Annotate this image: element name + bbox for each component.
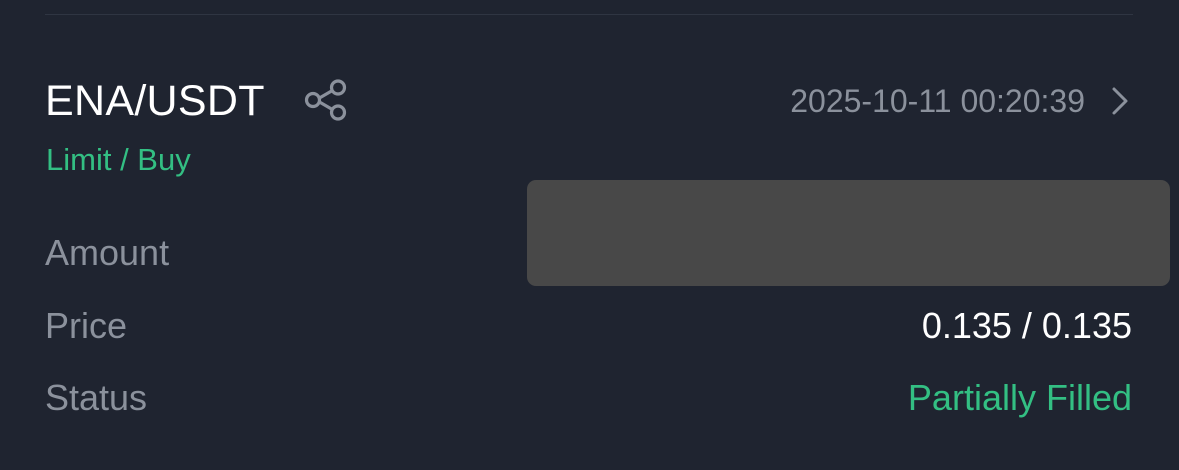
share-icon[interactable] [303, 79, 349, 121]
status-label: Status [45, 377, 148, 418]
divider [45, 14, 1133, 15]
trading-pair-title: ENA/USDT [45, 77, 265, 125]
order-type-label: Limit / Buy [46, 142, 191, 177]
status-value: Partially Filled [907, 377, 1132, 418]
order-timestamp: 2025-10-11 00:20:39 [790, 83, 1085, 119]
amount-label: Amount [45, 232, 170, 273]
redacted-amount-value [527, 180, 1170, 286]
price-label: Price [45, 305, 128, 346]
chevron-right-icon[interactable] [1110, 85, 1130, 117]
price-value: 0.135 / 0.135 [921, 305, 1132, 346]
